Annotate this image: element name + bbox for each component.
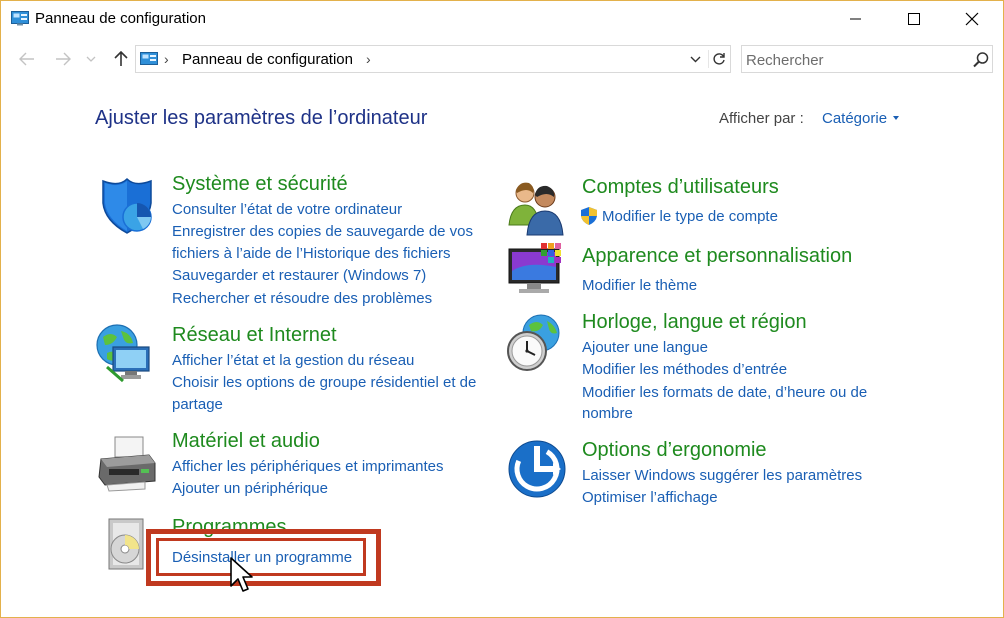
- link-change-account-type[interactable]: Modifier le type de compte: [602, 206, 778, 228]
- category-title-system-security[interactable]: Système et sécurité: [172, 173, 348, 196]
- breadcrumb-separator-icon[interactable]: ›: [164, 51, 169, 67]
- control-panel-window: Panneau de configuration › Panneau de co…: [0, 0, 1004, 618]
- category-title-clock-language[interactable]: Horloge, langue et région: [582, 311, 807, 334]
- link-change-theme[interactable]: Modifier le thème: [582, 275, 697, 297]
- title-bar[interactable]: Panneau de configuration: [1, 1, 1003, 37]
- view-by-label: Afficher par :: [719, 110, 804, 127]
- back-button[interactable]: [15, 47, 39, 71]
- link-input-methods[interactable]: Modifier les méthodes d’entrée: [582, 359, 787, 381]
- link-date-formats-line2[interactable]: nombre: [582, 403, 633, 425]
- address-dropdown-button[interactable]: [686, 50, 704, 68]
- category-title-user-accounts[interactable]: Comptes d’utilisateurs: [582, 176, 779, 199]
- maximize-icon: [908, 13, 920, 25]
- address-bar[interactable]: › Panneau de configuration ›: [135, 45, 731, 73]
- maximize-button[interactable]: [885, 1, 943, 37]
- close-button[interactable]: [943, 1, 1001, 37]
- monitor-palette-icon[interactable]: [507, 241, 567, 301]
- window-title: Panneau de configuration: [35, 10, 206, 27]
- link-devices-printers[interactable]: Afficher les périphériques et imprimante…: [172, 456, 444, 478]
- minimize-button[interactable]: [827, 1, 885, 37]
- minimize-icon: [850, 18, 861, 20]
- highlight-annotation-inner: [156, 538, 366, 576]
- link-file-history-line1[interactable]: Enregistrer des copies de sauvegarde de …: [172, 221, 473, 243]
- breadcrumb-control-panel[interactable]: Panneau de configuration: [182, 51, 353, 68]
- printer-icon[interactable]: [97, 433, 157, 493]
- uac-shield-icon: [581, 207, 597, 225]
- mouse-cursor-icon: [230, 557, 253, 592]
- link-date-formats-line1[interactable]: Modifier les formats de date, d’heure ou…: [582, 382, 867, 404]
- link-troubleshoot[interactable]: Rechercher et résoudre des problèmes: [172, 288, 432, 310]
- category-title-hardware-sound[interactable]: Matériel et audio: [172, 430, 320, 453]
- close-icon: [965, 12, 979, 26]
- category-title-ease-of-access[interactable]: Options d’ergonomie: [582, 439, 767, 462]
- search-icon[interactable]: [972, 51, 990, 69]
- link-windows-suggest-settings[interactable]: Laisser Windows suggérer les paramètres: [582, 465, 862, 487]
- search-box[interactable]: [741, 45, 993, 73]
- link-homegroup-line1[interactable]: Choisir les options de groupe résidentie…: [172, 372, 476, 394]
- recent-locations-button[interactable]: [83, 47, 99, 71]
- link-view-computer-status[interactable]: Consulter l’état de votre ordinateur: [172, 199, 402, 221]
- link-optimize-display[interactable]: Optimiser l’affichage: [582, 487, 718, 509]
- link-add-language[interactable]: Ajouter une langue: [582, 337, 708, 359]
- link-file-history-line2[interactable]: fichiers à l’aide de l’Historique des fi…: [172, 243, 450, 265]
- users-icon[interactable]: [507, 177, 567, 237]
- link-homegroup-line2[interactable]: partage: [172, 394, 223, 416]
- chevron-down-icon: [86, 56, 96, 62]
- up-button[interactable]: [109, 47, 133, 71]
- link-add-device[interactable]: Ajouter un périphérique: [172, 478, 328, 500]
- view-by-dropdown[interactable]: Catégorie: [822, 110, 887, 127]
- arrow-right-icon: [56, 52, 71, 66]
- arrow-up-icon: [114, 51, 128, 66]
- category-title-network-internet[interactable]: Réseau et Internet: [172, 324, 337, 347]
- caret-down-icon[interactable]: [893, 116, 899, 120]
- refresh-button[interactable]: [708, 50, 728, 68]
- search-input[interactable]: [746, 50, 966, 70]
- category-title-appearance[interactable]: Apparence et personnalisation: [582, 245, 852, 268]
- shield-icon[interactable]: [97, 175, 157, 235]
- control-panel-icon: [140, 52, 158, 65]
- page-title: Ajuster les paramètres de l’ordinateur: [95, 107, 428, 129]
- navigation-bar: › Panneau de configuration ›: [1, 41, 1003, 77]
- arrow-left-icon: [19, 52, 34, 66]
- ease-of-access-icon[interactable]: [507, 439, 567, 499]
- control-panel-icon: [11, 11, 29, 26]
- network-globe-icon[interactable]: [95, 323, 155, 383]
- link-backup-restore[interactable]: Sauvegarder et restaurer (Windows 7): [172, 265, 426, 287]
- clock-globe-icon[interactable]: [505, 313, 565, 373]
- refresh-icon: [712, 53, 725, 65]
- link-network-status[interactable]: Afficher l’état et la gestion du réseau: [172, 350, 414, 372]
- breadcrumb-separator-icon[interactable]: ›: [366, 51, 371, 67]
- chevron-down-icon: [690, 56, 700, 62]
- forward-button[interactable]: [51, 47, 75, 71]
